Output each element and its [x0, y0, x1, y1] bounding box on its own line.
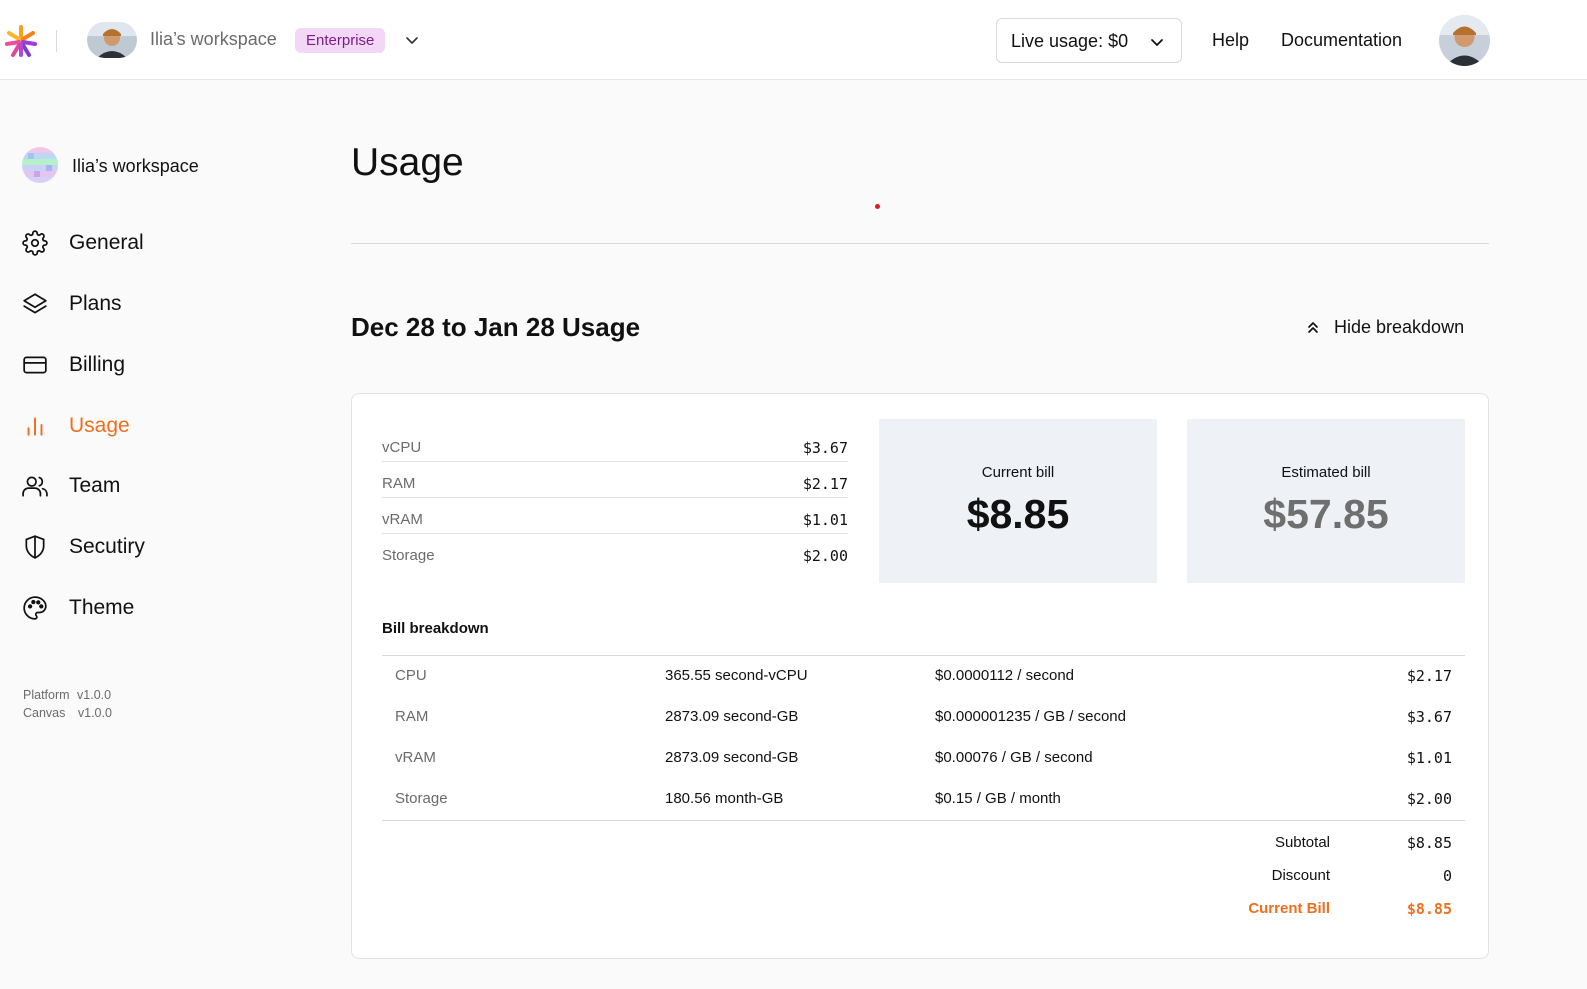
- discount-label: Discount: [1271, 867, 1330, 884]
- current-bill-total-value: $8.85: [1406, 900, 1452, 918]
- title-divider: [351, 243, 1489, 244]
- table-row: Storage 180.56 month-GB $0.15 / GB / mon…: [382, 779, 1465, 820]
- current-bill-label: Current bill: [981, 464, 1055, 481]
- summary-resource: Storage: [382, 547, 435, 564]
- sidebar-item-billing[interactable]: Billing: [22, 344, 252, 384]
- breakdown-cost: $3.67: [1406, 708, 1452, 726]
- discount-row: Discount 0: [382, 867, 1465, 900]
- page-title: Usage: [351, 141, 464, 184]
- usage-card: vCPU $3.67 RAM $2.17 vRAM $1.01 Storage …: [351, 393, 1489, 959]
- sidebar-item-theme[interactable]: Theme: [22, 587, 252, 627]
- summary-value: $2.17: [802, 475, 848, 493]
- plan-badge: Enterprise: [295, 28, 386, 53]
- sidebar-item-team[interactable]: Team: [22, 465, 252, 505]
- sidebar-item-label: Theme: [69, 596, 135, 619]
- live-usage-label: Live usage: $0: [1011, 31, 1129, 51]
- summary-row: Storage $2.00: [382, 534, 848, 570]
- table-row: RAM 2873.09 second-GB $0.000001235 / GB …: [382, 697, 1465, 738]
- layers-icon: [23, 293, 47, 314]
- sidebar-item-plans[interactable]: Plans: [22, 283, 252, 323]
- workspace-name[interactable]: Ilia’s workspace: [150, 29, 277, 50]
- top-bar: Ilia’s workspace Enterprise Live usage: …: [0, 0, 1587, 80]
- summary-value: $3.67: [802, 439, 848, 457]
- summary-resource: vCPU: [382, 439, 422, 456]
- sidebar-item-label: Plans: [69, 292, 122, 315]
- sidebar-item-label: Secutiry: [69, 535, 145, 558]
- shield-icon: [25, 535, 45, 559]
- sidebar-item-label: General: [69, 231, 144, 254]
- breakdown-quantity: 2873.09 second-GB: [665, 708, 799, 725]
- gear-icon: [22, 230, 48, 256]
- chevron-down-icon: [1151, 39, 1163, 46]
- canvas-version: Canvas v1.0.0: [23, 706, 112, 720]
- platform-version: Platform v1.0.0: [23, 688, 112, 702]
- sidebar-item-label: Billing: [69, 353, 126, 376]
- current-bill-box: Current bill $8.85: [879, 419, 1157, 583]
- breakdown-quantity: 365.55 second-vCPU: [665, 667, 808, 684]
- workspace-avatar[interactable]: [87, 22, 137, 58]
- users-icon: [22, 476, 48, 497]
- subtotal-value: $8.85: [1406, 834, 1452, 852]
- bar-chart-icon: [27, 417, 43, 436]
- version-info: Platform v1.0.0 Canvas v1.0.0: [23, 686, 112, 722]
- documentation-link[interactable]: Documentation: [1281, 30, 1402, 51]
- workspace-icon: [22, 147, 58, 183]
- hide-breakdown-label: Hide breakdown: [1334, 317, 1465, 337]
- current-bill-total-label: Current Bill: [1248, 900, 1330, 917]
- summary-value: $1.01: [802, 511, 848, 529]
- breakdown-cost: $1.01: [1406, 749, 1452, 767]
- breakdown-quantity: 2873.09 second-GB: [665, 749, 799, 766]
- sidebar-item-label: Usage: [69, 414, 130, 437]
- chevrons-up-icon: [1308, 322, 1318, 333]
- summary-resource: vRAM: [382, 511, 423, 528]
- breakdown-resource: CPU: [395, 667, 427, 684]
- usage-period-title: Dec 28 to Jan 28 Usage: [351, 312, 641, 342]
- breakdown-cost: $2.17: [1406, 667, 1452, 685]
- sidebar-item-label: Team: [69, 474, 121, 497]
- palette-icon: [23, 596, 47, 620]
- estimated-bill-amount: $57.85: [1263, 491, 1389, 537]
- summary-value: $2.00: [802, 547, 848, 565]
- table-row: vRAM 2873.09 second-GB $0.00076 / GB / s…: [382, 738, 1465, 779]
- credit-card-icon: [23, 356, 47, 374]
- subtotal-row: Subtotal $8.85: [382, 834, 1465, 867]
- live-usage-button[interactable]: Live usage: $0: [996, 18, 1182, 63]
- current-bill-amount: $8.85: [966, 491, 1070, 537]
- bill-breakdown-table: CPU 365.55 second-vCPU $0.0000112 / seco…: [382, 655, 1465, 821]
- breakdown-resource: RAM: [395, 708, 429, 725]
- current-bill-total-row: Current Bill $8.85: [382, 900, 1465, 933]
- discount-value: 0: [1442, 867, 1452, 885]
- user-avatar[interactable]: [1439, 15, 1490, 66]
- breakdown-resource: vRAM: [395, 749, 436, 766]
- status-dot: [875, 204, 880, 209]
- breakdown-rate: $0.15 / GB / month: [935, 790, 1061, 807]
- summary-resource: RAM: [382, 475, 416, 492]
- sidebar-item-security[interactable]: Secutiry: [22, 526, 252, 566]
- breakdown-cost: $2.00: [1406, 790, 1452, 808]
- breakdown-rate: $0.000001235 / GB / second: [935, 708, 1126, 725]
- help-link[interactable]: Help: [1212, 30, 1249, 51]
- logo-icon[interactable]: [4, 24, 38, 58]
- breakdown-quantity: 180.56 month-GB: [665, 790, 784, 807]
- breakdown-rate: $0.0000112 / second: [935, 667, 1075, 684]
- summary-row: RAM $2.17: [382, 462, 848, 498]
- summary-row: vCPU $3.67: [382, 426, 848, 462]
- sidebar-workspace-name: Ilia’s workspace: [72, 156, 199, 176]
- breakdown-rate: $0.00076 / GB / second: [935, 749, 1093, 766]
- sidebar-item-usage[interactable]: Usage: [22, 405, 252, 445]
- breakdown-resource: Storage: [395, 790, 448, 807]
- chevron-down-icon[interactable]: [404, 32, 420, 48]
- header-divider: [56, 30, 57, 52]
- subtotal-label: Subtotal: [1274, 834, 1330, 851]
- usage-summary-table: vCPU $3.67 RAM $2.17 vRAM $1.01 Storage …: [382, 426, 848, 570]
- summary-row: vRAM $1.01: [382, 498, 848, 534]
- bill-breakdown-title: Bill breakdown: [382, 620, 489, 637]
- estimated-bill-label: Estimated bill: [1281, 464, 1371, 481]
- estimated-bill-box: Estimated bill $57.85: [1187, 419, 1465, 583]
- sidebar-item-general[interactable]: General: [22, 222, 252, 262]
- table-row: CPU 365.55 second-vCPU $0.0000112 / seco…: [382, 656, 1465, 697]
- bill-totals: Subtotal $8.85 Discount 0 Current Bill $…: [382, 834, 1465, 933]
